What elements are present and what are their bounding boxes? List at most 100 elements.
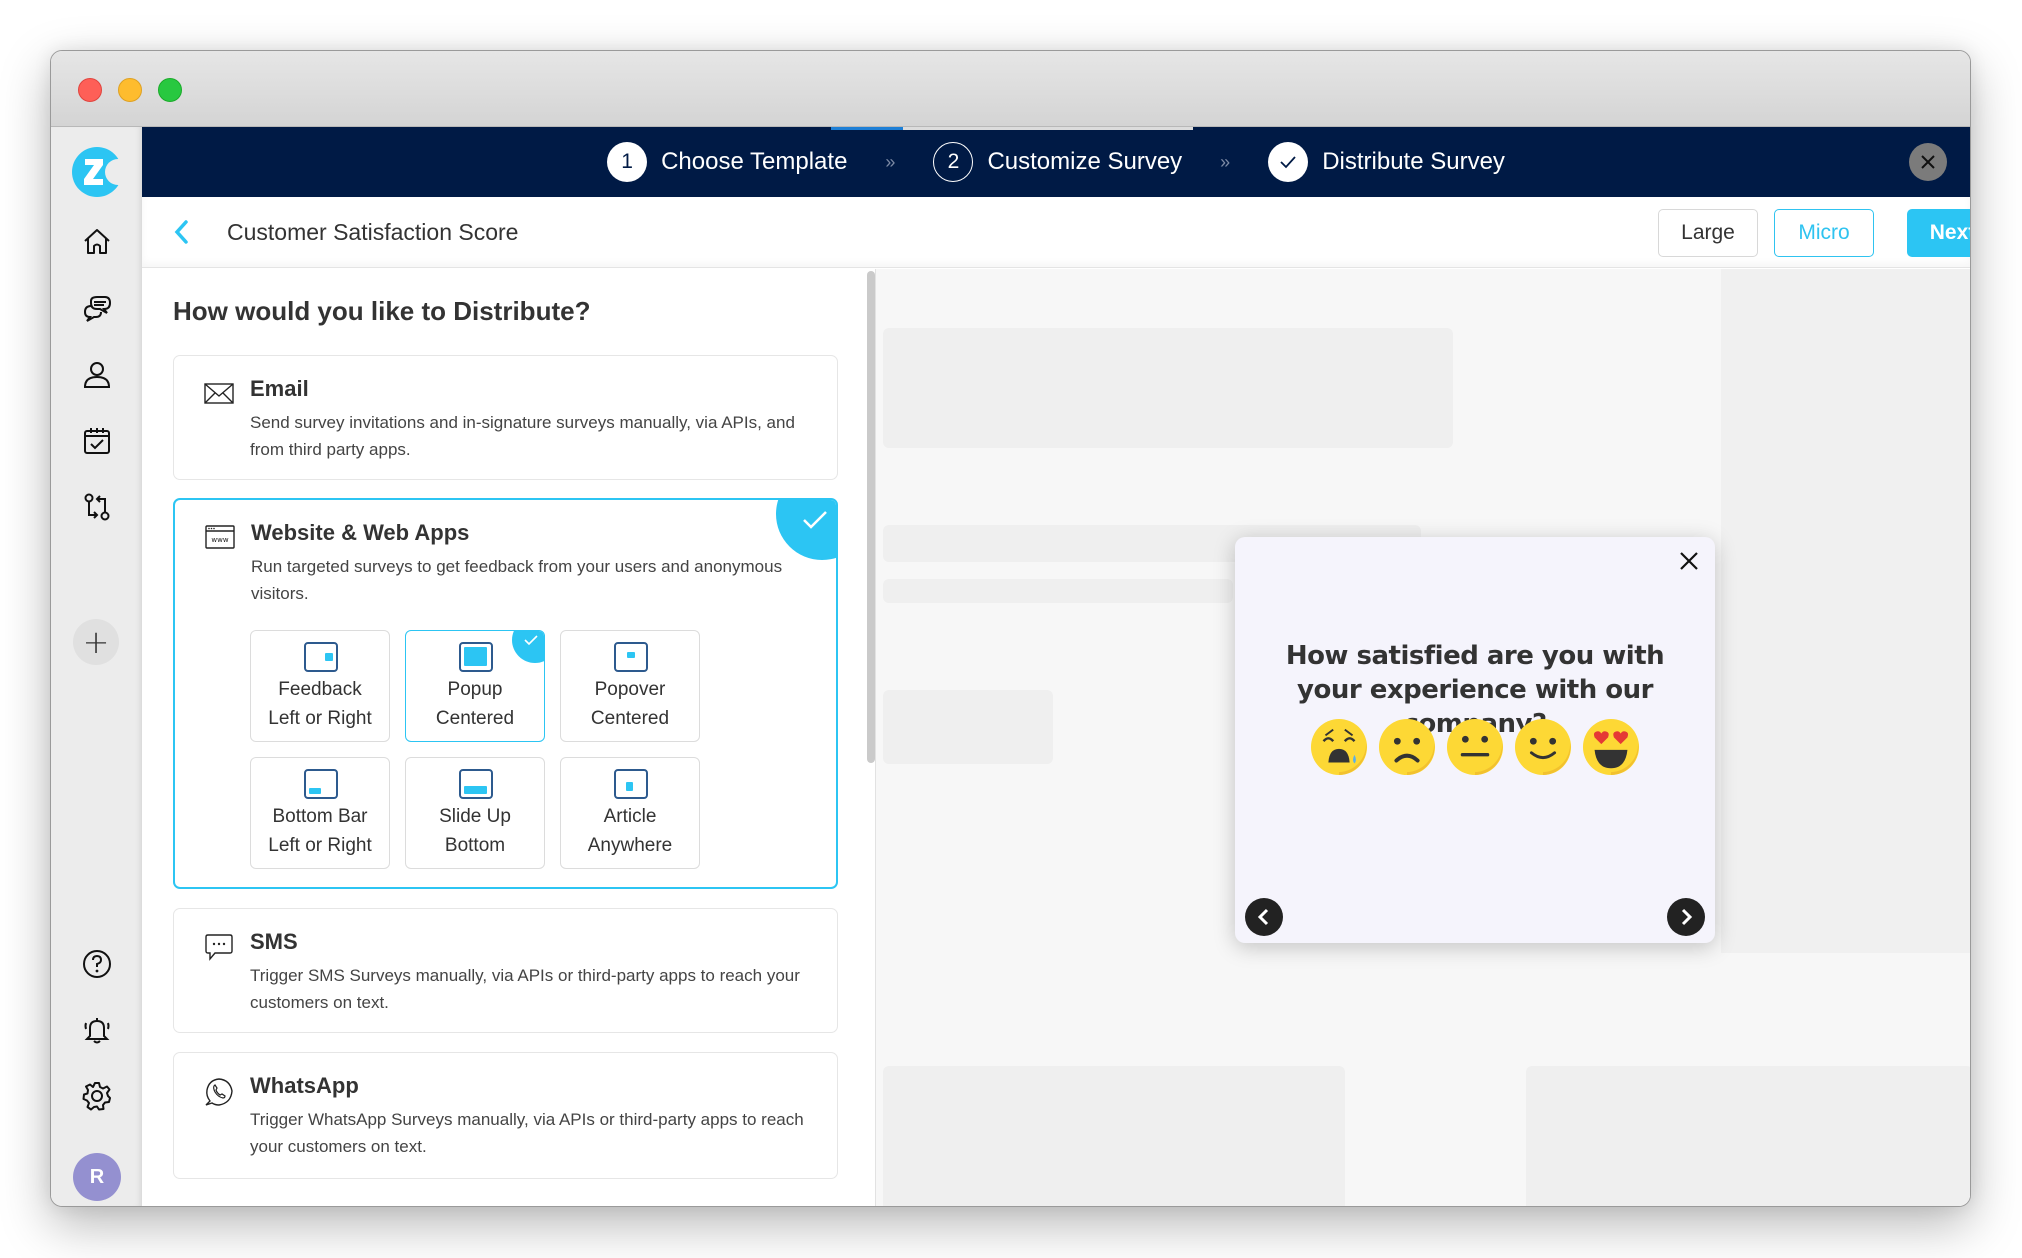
selected-badge (776, 500, 836, 560)
placeholder-block (1526, 1066, 1970, 1206)
close-icon[interactable] (1677, 549, 1701, 573)
chat-bubbles-icon (83, 296, 112, 322)
slide-up-layout-icon (459, 769, 493, 799)
very-satisfied-emoji-icon[interactable] (1582, 718, 1640, 776)
sidebar-item-contacts[interactable] (80, 358, 114, 392)
home-icon (84, 229, 110, 254)
window-minimize-button[interactable] (118, 78, 142, 102)
help-icon (83, 950, 111, 978)
option-label: Bottom Bar Left or Right (268, 806, 372, 856)
user-avatar[interactable]: R (73, 1153, 121, 1201)
selected-badge (512, 631, 544, 663)
channel-title: Email (250, 376, 309, 401)
workflow-icon (84, 493, 110, 521)
close-wizard-button[interactable] (1909, 143, 1947, 181)
avatar-initial: R (89, 1165, 105, 1188)
option-slide-up[interactable]: Slide Up Bottom (405, 757, 545, 869)
option-popover[interactable]: Popover Centered (560, 630, 700, 742)
gear-icon (82, 1082, 111, 1111)
app-window: + R 1 Choose Template » 2 Customize Surv… (50, 50, 1971, 1207)
bell-icon (84, 1018, 110, 1044)
channel-card-email[interactable]: Email Send survey invitations and in-sig… (173, 355, 838, 480)
placeholder-block (883, 579, 1233, 603)
channel-card-whatsapp[interactable]: WhatsApp Trigger WhatsApp Surveys manual… (173, 1052, 838, 1179)
option-label: Slide Up Bottom (439, 806, 511, 856)
popover-layout-icon (614, 642, 648, 672)
steps: 1 Choose Template » 2 Customize Survey »… (142, 127, 1970, 197)
placeholder-block (883, 690, 1053, 764)
option-bottom-bar[interactable]: Bottom Bar Left or Right (250, 757, 390, 869)
distribution-panel: How would you like to Distribute? Email … (142, 269, 866, 1206)
channel-description: Trigger SMS Surveys manually, via APIs o… (250, 966, 800, 1012)
left-panel-scrollbar[interactable] (867, 271, 875, 763)
step-choose-template[interactable]: 1 Choose Template (607, 142, 847, 182)
channel-description: Trigger WhatsApp Surveys manually, via A… (250, 1110, 804, 1156)
option-label: Popup Centered (435, 679, 515, 729)
bottom-bar-layout-icon (304, 769, 338, 799)
step-number: 1 (607, 142, 648, 182)
check-icon (1268, 142, 1309, 182)
popup-layout-icon (459, 642, 493, 672)
check-icon (803, 511, 827, 529)
svg-text:www: www (211, 536, 228, 544)
step-customize-survey[interactable]: 2 Customize Survey (933, 142, 1182, 182)
add-button[interactable]: + (73, 619, 119, 665)
option-feedback[interactable]: Feedback Left or Right (250, 630, 390, 742)
placeholder-block (883, 328, 1453, 448)
channel-title: Website & Web Apps (251, 520, 470, 545)
large-size-button[interactable]: Large (1658, 209, 1758, 257)
step-number: 2 (933, 142, 974, 182)
browser-www-icon: www (205, 525, 235, 549)
channel-card-website[interactable]: www Website & Web Apps Run targeted surv… (173, 498, 838, 889)
page-title: Customer Satisfaction Score (227, 219, 519, 245)
previous-question-button[interactable] (1245, 898, 1283, 936)
sidebar-item-notifications[interactable] (80, 1013, 114, 1047)
feedback-layout-icon (304, 642, 338, 672)
rating-scale (1235, 718, 1715, 776)
next-button[interactable]: Next (1907, 209, 1970, 257)
envelope-icon (204, 383, 234, 404)
micro-size-button[interactable]: Micro (1774, 209, 1874, 257)
whatsapp-icon (205, 1078, 233, 1106)
logo-icon (72, 147, 131, 197)
article-layout-icon (614, 769, 648, 799)
step-distribute-survey[interactable]: Distribute Survey (1268, 142, 1505, 182)
option-popup[interactable]: Popup Centered (405, 630, 545, 742)
calendar-check-icon (84, 428, 110, 454)
step-label: Customize Survey (987, 148, 1183, 175)
channel-description: Send survey invitations and in-signature… (250, 413, 795, 459)
neutral-emoji-icon[interactable] (1446, 718, 1504, 776)
sidebar-item-workflows[interactable] (80, 490, 114, 524)
channel-title: WhatsApp (250, 1073, 359, 1098)
sidebar-item-settings[interactable] (80, 1079, 114, 1113)
sidebar-item-tasks[interactable] (80, 424, 114, 458)
next-question-button[interactable] (1667, 898, 1705, 936)
sidebar: + R (51, 127, 142, 1206)
channel-card-sms[interactable]: SMS Trigger SMS Surveys manually, via AP… (173, 908, 838, 1033)
section-heading: How would you like to Distribute? (173, 296, 591, 326)
window-titlebar (51, 51, 1970, 127)
back-button[interactable] (170, 217, 194, 247)
plus-icon: + (82, 623, 110, 661)
step-separator-icon: » (1220, 151, 1231, 172)
user-icon (83, 362, 111, 388)
window-close-button[interactable] (78, 78, 102, 102)
sidebar-item-home[interactable] (80, 225, 114, 259)
channel-description: Run targeted surveys to get feedback fro… (251, 557, 783, 603)
option-label: Article Anywhere (587, 806, 673, 856)
sidebar-item-help[interactable] (80, 947, 114, 981)
chevron-left-icon (174, 220, 188, 244)
step-separator-icon: » (885, 151, 896, 172)
satisfied-emoji-icon[interactable] (1514, 718, 1572, 776)
placeholder-block (883, 1066, 1345, 1206)
window-maximize-button[interactable] (158, 78, 182, 102)
sidebar-item-conversations[interactable] (80, 292, 114, 326)
app-logo[interactable] (72, 147, 131, 197)
option-label: Feedback Left or Right (268, 679, 372, 729)
option-article[interactable]: Article Anywhere (560, 757, 700, 869)
close-icon (1921, 155, 1935, 169)
channel-title: SMS (250, 929, 298, 954)
message-bubble-icon (205, 934, 233, 961)
very-dissatisfied-emoji-icon[interactable] (1310, 718, 1368, 776)
dissatisfied-emoji-icon[interactable] (1378, 718, 1436, 776)
